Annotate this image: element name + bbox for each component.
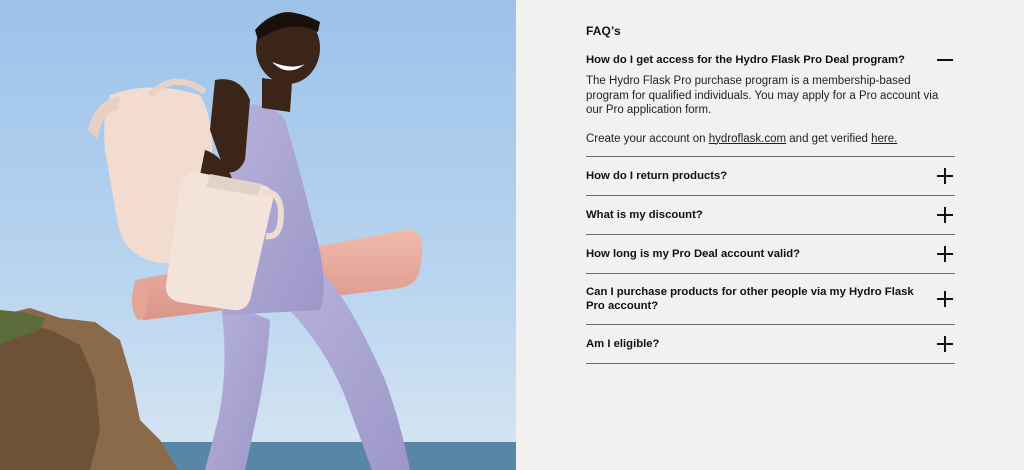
faq-question-text: What is my discount? bbox=[586, 209, 703, 221]
hydroflask-link[interactable]: hydroflask.com bbox=[709, 133, 786, 145]
faq-question-text: How do I return products? bbox=[586, 170, 728, 182]
faq-panel: FAQ’s How do I get access for the Hydro … bbox=[516, 0, 1024, 470]
plus-icon[interactable] bbox=[936, 167, 954, 185]
hero-image bbox=[0, 0, 516, 470]
faq-item-eligibility: Am I eligible? bbox=[586, 325, 955, 364]
faq-question-toggle[interactable]: How long is my Pro Deal account valid? bbox=[586, 235, 955, 273]
faq-item-pro-deal-access: How do I get access for the Hydro Flask … bbox=[586, 46, 955, 157]
plus-icon[interactable] bbox=[936, 245, 954, 263]
hero-photo-illustration bbox=[0, 0, 516, 470]
faq-question-text: How do I get access for the Hydro Flask … bbox=[586, 54, 905, 66]
faq-heading: FAQ’s bbox=[586, 24, 621, 38]
faq-question-toggle[interactable]: Can I purchase products for other people… bbox=[586, 274, 955, 324]
faq-answer-paragraph: The Hydro Flask Pro purchase program is … bbox=[586, 75, 939, 116]
faq-question-text: Am I eligible? bbox=[586, 338, 660, 350]
faq-item-account-validity: How long is my Pro Deal account valid? bbox=[586, 235, 955, 274]
faq-question-text: Can I purchase products for other people… bbox=[586, 286, 914, 312]
faq-question-toggle[interactable]: How do I return products? bbox=[586, 157, 955, 195]
plus-icon[interactable] bbox=[936, 206, 954, 224]
verify-here-link[interactable]: here. bbox=[871, 133, 897, 145]
faq-item-purchase-for-others: Can I purchase products for other people… bbox=[586, 274, 955, 325]
plus-icon[interactable] bbox=[936, 290, 954, 308]
faq-question-toggle[interactable]: What is my discount? bbox=[586, 196, 955, 234]
faq-answer-create-line: Create your account on hydroflask.com an… bbox=[586, 132, 955, 147]
faq-answer: The Hydro Flask Pro purchase program is … bbox=[586, 74, 955, 156]
faq-list: How do I get access for the Hydro Flask … bbox=[586, 46, 955, 364]
faq-question-text: How long is my Pro Deal account valid? bbox=[586, 248, 801, 260]
create-prefix-text: Create your account on bbox=[586, 132, 709, 145]
create-middle-text: and get verified bbox=[786, 132, 872, 145]
faq-question-toggle[interactable]: Am I eligible? bbox=[586, 325, 955, 363]
plus-icon[interactable] bbox=[936, 335, 954, 353]
faq-item-discount: What is my discount? bbox=[586, 196, 955, 235]
minus-icon[interactable] bbox=[936, 51, 954, 69]
faq-item-returns: How do I return products? bbox=[586, 157, 955, 196]
faq-question-toggle[interactable]: How do I get access for the Hydro Flask … bbox=[586, 46, 955, 74]
